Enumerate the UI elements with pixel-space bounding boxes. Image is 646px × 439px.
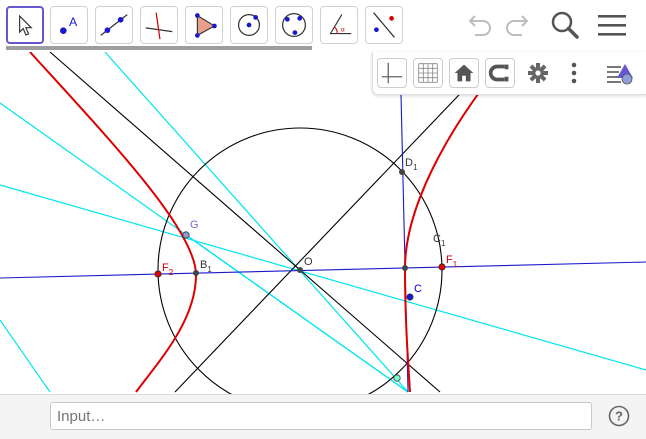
more-options-button[interactable]	[559, 58, 589, 88]
asymptote-2[interactable]	[174, 51, 501, 393]
grid-icon	[418, 63, 438, 83]
cursor-arrow-icon	[19, 14, 33, 36]
circle-three-points-tool-button[interactable]	[275, 6, 313, 44]
hamburger-menu-icon	[598, 15, 626, 36]
reflect-about-line-icon	[373, 12, 395, 38]
point-o[interactable]	[297, 267, 303, 273]
circle-center-point-tool-button[interactable]	[230, 6, 268, 44]
input-field[interactable]	[50, 402, 592, 430]
svg-text:?: ?	[615, 409, 623, 424]
point-f1[interactable]	[438, 263, 446, 271]
label-d1: D1	[405, 157, 418, 172]
perpendicular-line-icon	[145, 12, 173, 40]
angle-icon: α	[329, 14, 352, 35]
cyan-line-3[interactable]	[104, 51, 409, 393]
show-grid-button[interactable]	[413, 58, 443, 88]
point-d1[interactable]	[399, 169, 405, 175]
hyperbola-right-branch[interactable]	[403, 51, 513, 393]
line-tool-button[interactable]	[95, 6, 133, 44]
svg-text:A: A	[69, 15, 78, 29]
toolbar-scroll-indicator	[6, 46, 312, 50]
axes-icon	[381, 62, 403, 84]
gear-icon	[528, 63, 548, 83]
show-axes-button[interactable]	[377, 58, 407, 88]
cyan-line-4[interactable]	[0, 319, 51, 393]
point-tool-button[interactable]: A	[50, 6, 88, 44]
undo-button[interactable]	[463, 8, 497, 42]
standard-view-button[interactable]	[449, 58, 479, 88]
point-cyan[interactable]	[393, 374, 401, 382]
hyperbola-left-branch[interactable]	[29, 51, 198, 393]
circle-center-icon	[237, 13, 261, 37]
label-b1: B1	[200, 259, 212, 274]
label-f2: F2	[162, 262, 174, 277]
search-button[interactable]	[548, 8, 582, 42]
point-g[interactable]	[182, 231, 190, 239]
main-menu-button[interactable]	[595, 8, 629, 42]
label-g: G	[190, 219, 199, 231]
settings-button[interactable]	[523, 58, 553, 88]
svg-text:α: α	[341, 27, 345, 34]
point-c[interactable]	[406, 293, 414, 301]
reflect-tool-button[interactable]	[365, 6, 403, 44]
circle-three-points-icon	[282, 13, 306, 37]
label-o: O	[304, 256, 313, 268]
input-bar: ?	[0, 394, 646, 439]
style-bar	[372, 52, 646, 95]
style-bar-toggle-icon	[607, 64, 633, 85]
label-c: C	[414, 283, 422, 295]
polygon-icon	[195, 13, 217, 38]
angle-tool-button[interactable]: α	[320, 6, 358, 44]
cyan-line-2[interactable]	[0, 184, 646, 371]
undo-icon	[468, 15, 491, 36]
move-tool-button[interactable]	[6, 6, 44, 44]
axis-line[interactable]	[0, 261, 646, 279]
input-help-button[interactable]: ?	[608, 405, 630, 427]
style-bar-toggle-button[interactable]	[605, 58, 635, 88]
asymptote-1[interactable]	[49, 51, 441, 393]
point-a-icon: A	[60, 15, 78, 34]
perpendicular-line-tool-button[interactable]	[140, 6, 178, 44]
help-icon: ?	[608, 405, 630, 427]
line-through-points-icon	[100, 14, 128, 36]
magnet-snap-icon	[488, 64, 509, 82]
point-capturing-button[interactable]	[485, 58, 515, 88]
point-b1[interactable]	[193, 270, 199, 276]
cyan-line-5[interactable]	[185, 234, 409, 393]
more-vertical-icon	[571, 62, 577, 84]
toolbar: A α	[0, 0, 646, 52]
redo-icon	[506, 15, 529, 36]
point-vertex-right[interactable]	[402, 265, 408, 271]
point-f2[interactable]	[154, 270, 162, 278]
home-icon	[454, 64, 474, 82]
search-icon	[551, 11, 579, 39]
polygon-tool-button[interactable]	[185, 6, 223, 44]
redo-button[interactable]	[500, 8, 534, 42]
